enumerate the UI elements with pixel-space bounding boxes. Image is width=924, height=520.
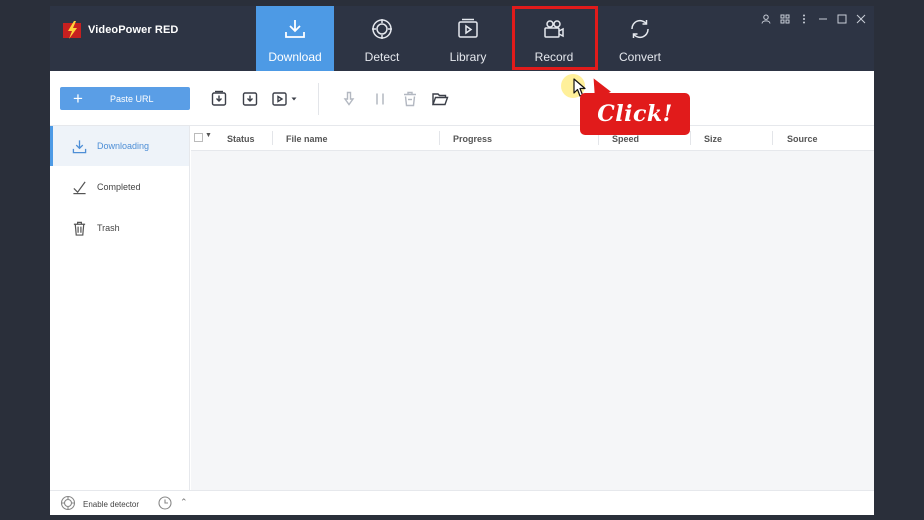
column-speed[interactable]: Speed [612,134,639,144]
video-format-icon[interactable] [271,90,289,108]
column-divider [439,131,440,145]
tab-detect-label: Detect [364,50,400,64]
user-icon[interactable] [761,14,771,24]
tab-convert-label: Convert [618,50,662,64]
delete-icon[interactable] [401,90,419,108]
chevron-down-icon[interactable] [290,90,298,108]
open-folder-icon[interactable] [431,90,449,108]
column-size[interactable]: Size [704,134,722,144]
app-logo: VideoPower RED [62,20,178,40]
column-file-name[interactable]: File name [286,134,328,144]
download-table: ▼ Status File name Progress Speed Size S… [191,126,874,490]
play-library-icon [458,18,478,38]
tab-download-label: Download [268,50,322,64]
paste-url-label: Paste URL [110,94,154,104]
maximize-icon[interactable] [837,14,847,24]
paste-url-button[interactable]: + Paste URL [60,87,190,110]
app-window: VideoPower RED Download Detect Library R… [50,6,874,515]
lightning-logo-icon [63,21,81,39]
table-header: ▼ Status File name Progress Speed Size S… [191,126,874,151]
app-title: VideoPower RED [88,24,179,36]
toolbar-divider [318,83,319,115]
download-icon [285,20,305,38]
status-bar: Enable detector ⌃ [50,490,874,515]
plus-icon: + [73,89,83,108]
tab-library-label: Library [449,50,487,64]
enable-detector-label[interactable]: Enable detector [83,500,139,509]
minimize-icon[interactable] [818,14,828,24]
sidebar-item-label: Completed [97,182,141,192]
select-all-checkbox[interactable] [194,133,203,142]
sidebar-item-label: Downloading [97,141,150,151]
download-list-icon[interactable] [210,90,228,108]
sidebar: Downloading Completed Trash [50,126,190,490]
target-icon [372,19,392,39]
column-source[interactable]: Source [787,134,818,144]
grid-icon[interactable] [780,14,790,24]
column-progress[interactable]: Progress [453,134,492,144]
column-divider [772,131,773,145]
trash-icon [73,221,86,236]
clock-icon[interactable] [158,496,172,510]
window-controls [761,14,866,24]
convert-icon [631,19,649,39]
more-menu-icon[interactable] [799,14,809,24]
column-status[interactable]: Status [227,134,255,144]
column-divider [272,131,273,145]
toolbar: + Paste URL [50,71,874,126]
tab-detect[interactable]: Detect [343,6,421,71]
tab-download[interactable]: Download [256,6,334,71]
download-file-icon[interactable] [241,90,259,108]
check-icon [73,181,86,194]
tab-library[interactable]: Library [429,6,507,71]
sidebar-item-label: Trash [97,223,120,233]
record-tab-highlight [512,6,598,70]
column-divider [690,131,691,145]
download-icon [72,139,87,153]
sidebar-item-completed[interactable]: Completed [50,167,189,207]
chevron-up-icon[interactable]: ⌃ [180,497,188,508]
click-callout: Click! [580,93,690,135]
close-icon[interactable] [856,14,866,24]
sidebar-item-trash[interactable]: Trash [50,208,189,248]
pause-icon[interactable] [371,90,389,108]
tab-convert[interactable]: Convert [601,6,679,71]
chevron-down-icon[interactable]: ▼ [205,132,212,139]
detector-icon[interactable] [60,495,76,511]
title-bar: VideoPower RED Download Detect Library R… [50,6,874,71]
sidebar-item-downloading[interactable]: Downloading [50,126,189,166]
resume-download-icon[interactable] [340,90,358,108]
